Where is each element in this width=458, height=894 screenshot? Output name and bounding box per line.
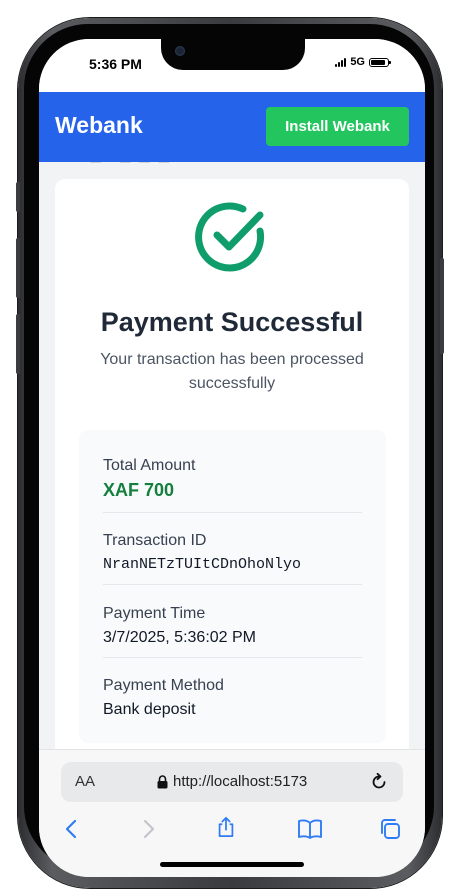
battery-icon [369, 57, 391, 67]
signal-icon [335, 57, 347, 67]
tabs-icon[interactable] [379, 818, 401, 840]
detail-label: Transaction ID [103, 532, 207, 549]
detail-total-amount: Total Amount XAF 700 [103, 455, 362, 502]
home-indicator[interactable] [160, 862, 304, 867]
volume-down-button [16, 314, 20, 374]
text-size-label: AA [75, 773, 96, 790]
power-button [440, 258, 444, 354]
text-size-button[interactable]: AA [75, 773, 95, 790]
status-indicators: 5G [335, 56, 391, 68]
divider [103, 657, 362, 658]
divider [103, 512, 362, 513]
lock-icon [157, 775, 168, 789]
volume-up-button [16, 238, 20, 298]
bookmarks-icon[interactable] [297, 818, 323, 840]
share-icon[interactable] [215, 816, 237, 838]
amount-value: XAF 700 [103, 480, 175, 500]
forward-icon[interactable] [137, 818, 159, 840]
phone-screen: 5:36 PM 5G Webank Install Webank ▬ ▬▬▬ P… [39, 39, 425, 877]
success-message: Your transaction has been processed succ… [100, 351, 364, 392]
detail-payment-time: Payment Time 3/7/2025, 5:36:02 PM [103, 603, 362, 650]
detail-payment-method: Payment Method Bank deposit [103, 675, 362, 722]
scrolled-content-remnant: ▬ ▬▬▬ [89, 162, 176, 168]
check-circle-icon [195, 202, 265, 272]
brand-logo[interactable]: Webank [55, 112, 143, 139]
reload-icon[interactable] [369, 772, 389, 792]
transaction-id-value: NranNETzTUItCDnOhoNlyo [103, 556, 302, 573]
app-header: Webank Install Webank [39, 92, 425, 162]
url-text[interactable]: http://localhost:5173 [173, 773, 307, 790]
page-content[interactable]: ▬ ▬▬▬ Payment Successful Your transactio… [39, 162, 425, 749]
divider [103, 584, 362, 585]
detail-transaction-id: Transaction ID NranNETzTUItCDnOhoNlyo [103, 530, 362, 577]
install-button[interactable]: Install Webank [266, 107, 409, 146]
address-bar[interactable]: AA http://localhost:5173 [61, 762, 403, 802]
payment-time-value: 3/7/2025, 5:36:02 PM [103, 629, 256, 646]
detail-label: Total Amount [103, 457, 196, 474]
payment-success-card: Payment Successful Your transaction has … [55, 179, 409, 749]
silent-switch [16, 182, 20, 212]
network-type: 5G [350, 56, 365, 68]
detail-label: Payment Time [103, 605, 206, 622]
transaction-details: Total Amount XAF 700 Transaction ID Nran… [79, 430, 386, 743]
safari-toolbar: AA http://localhost:5173 [39, 749, 425, 877]
front-camera [175, 46, 185, 56]
payment-method-value: Bank deposit [103, 701, 196, 718]
status-bar: 5:36 PM 5G [39, 39, 425, 92]
status-time: 5:36 PM [89, 56, 142, 72]
detail-label: Payment Method [103, 677, 224, 694]
back-icon[interactable] [61, 818, 83, 840]
page-title: Payment Successful [100, 307, 364, 337]
